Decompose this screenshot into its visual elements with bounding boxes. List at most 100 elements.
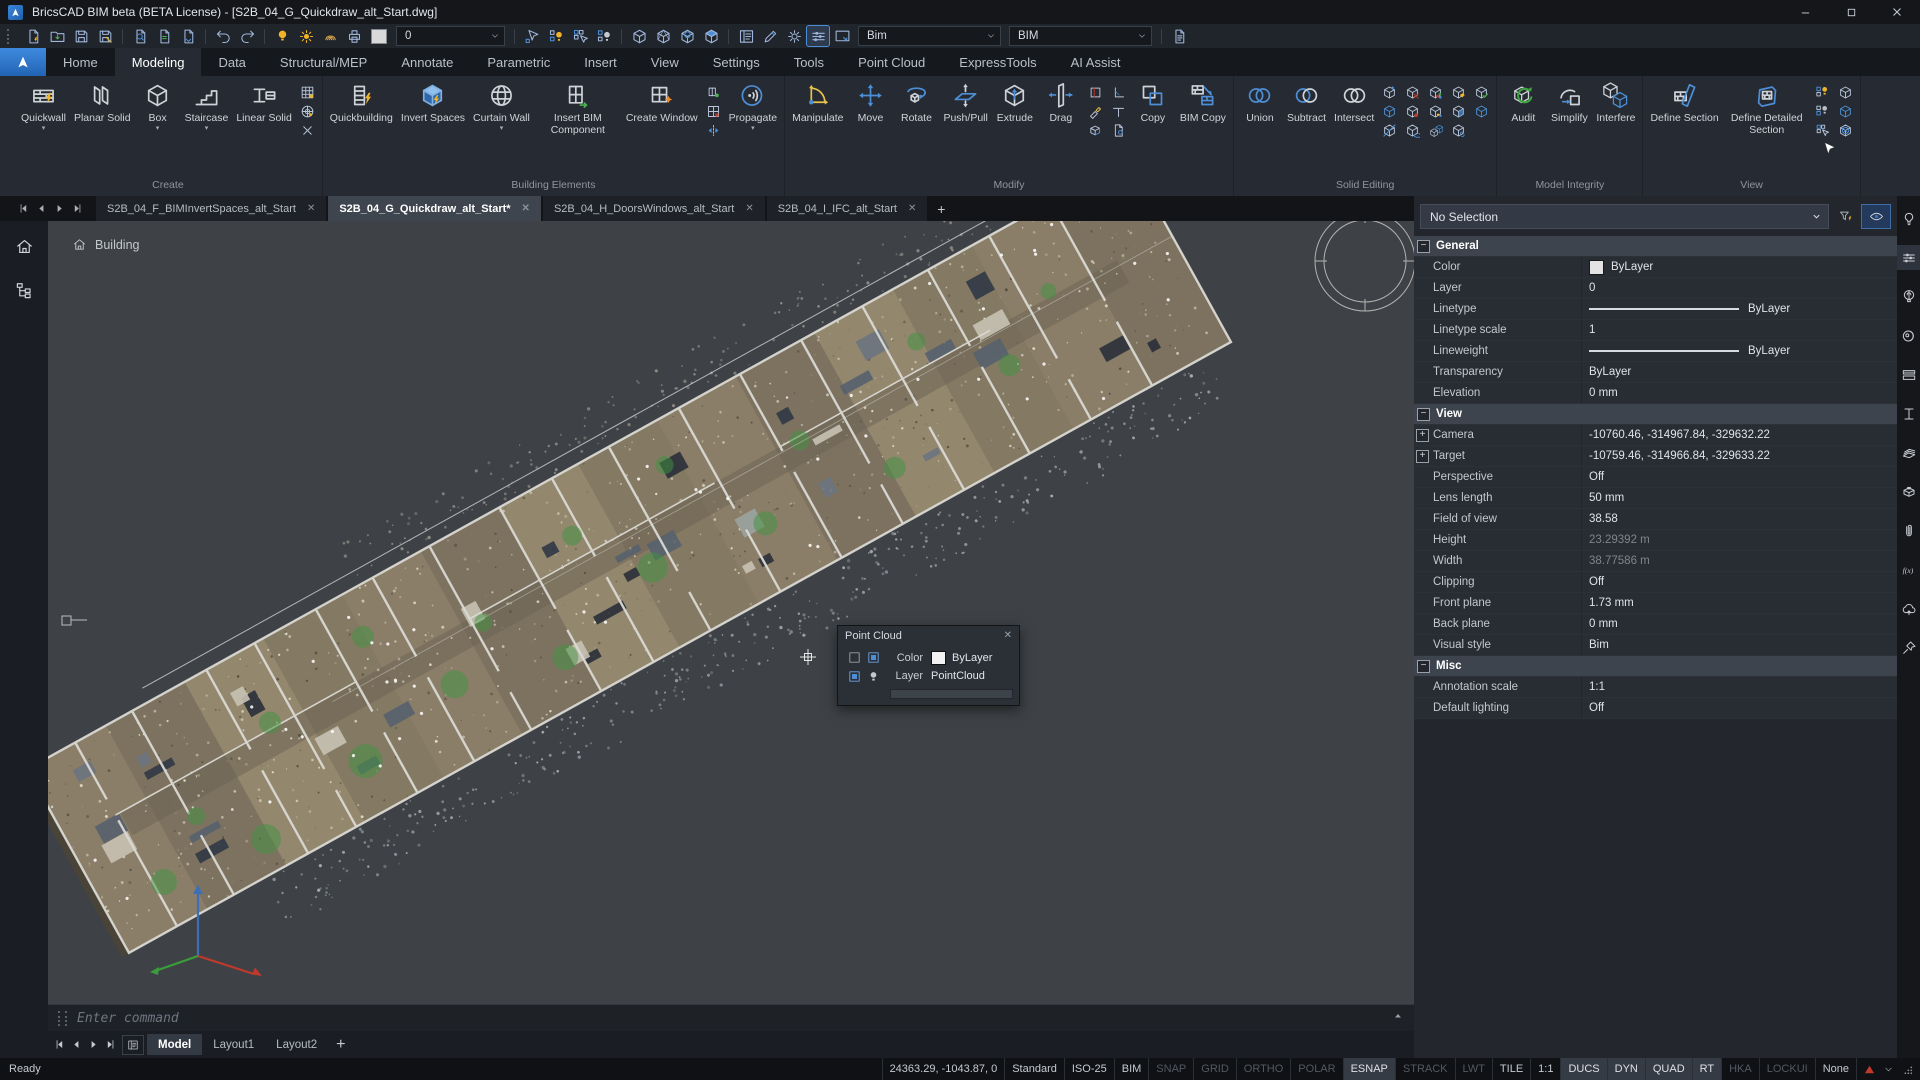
viewport[interactable]: Building Point Cloud ✕ ColorByLayerLayer…	[48, 221, 1414, 1031]
chevron-down-button[interactable]	[1882, 1063, 1895, 1076]
ribbon-tab-structural-mep[interactable]: Structural/MEP	[263, 48, 384, 76]
bulb-gold-button[interactable]	[1814, 84, 1831, 101]
ribbon-tab-ai-assist[interactable]: AI Assist	[1054, 48, 1138, 76]
cube-button[interactable]	[628, 26, 650, 46]
cube-dots-button[interactable]	[1427, 103, 1444, 120]
panel-sliders-button[interactable]	[1897, 245, 1920, 270]
cube-shaded-button[interactable]	[700, 26, 722, 46]
panel-fx-button[interactable]: f(x)	[1897, 557, 1920, 582]
ribbon-button-planar-solid[interactable]: Planar Solid	[70, 81, 135, 125]
property-value-cell[interactable]: 1	[1581, 320, 1897, 340]
command-line[interactable]: Enter command	[48, 1004, 1414, 1031]
document-tab[interactable]: S2B_04_G_Quickdraw_alt_Start*✕	[328, 196, 541, 221]
status-toggle-iso-25[interactable]: ISO-25	[1064, 1058, 1114, 1080]
cube-check-button[interactable]	[1473, 84, 1490, 101]
sun-button[interactable]	[295, 26, 317, 46]
cube-chain-button[interactable]	[1450, 122, 1467, 139]
ribbon-button-linear-solid[interactable]: Linear Solid	[232, 81, 295, 125]
select-cursor-button[interactable]	[521, 26, 543, 46]
profile-dropdown[interactable]: BIM	[1009, 26, 1152, 46]
cube-blue-button[interactable]	[1837, 103, 1854, 120]
mirror-button[interactable]	[705, 122, 722, 139]
pencil-button[interactable]	[759, 26, 781, 46]
property-value-cell[interactable]: ByLayer	[1581, 341, 1897, 361]
status-toggle-strack[interactable]: STRACK	[1395, 1058, 1455, 1080]
sheet-button[interactable]	[1168, 26, 1190, 46]
popup-titlebar[interactable]: Point Cloud ✕	[838, 626, 1019, 645]
select-grid-button[interactable]	[1814, 122, 1831, 139]
popup-row-value[interactable]: PointCloud	[931, 670, 985, 682]
publish-button[interactable]	[177, 26, 199, 46]
workspace-dropdown[interactable]: Bim	[858, 26, 1001, 46]
panel-profile-button[interactable]	[1897, 401, 1920, 426]
property-value-cell[interactable]: ByLayer	[1581, 299, 1897, 319]
ribbon-tab-view[interactable]: View	[634, 48, 696, 76]
property-value-cell[interactable]: Off	[1581, 572, 1897, 592]
status-toggle-snap[interactable]: SNAP	[1148, 1058, 1193, 1080]
collapse-icon[interactable]: −	[1417, 660, 1430, 673]
bulb-button[interactable]	[271, 26, 293, 46]
doc-gear-button[interactable]	[1110, 122, 1127, 139]
ribbon-button-quickwall[interactable]: Quickwall▾	[17, 81, 70, 134]
home-button[interactable]	[11, 233, 37, 259]
cube-arrow-button[interactable]	[1381, 84, 1398, 101]
status-toggle-bim[interactable]: BIM	[1114, 1058, 1149, 1080]
panel-balloon-button[interactable]	[1897, 284, 1920, 309]
x-mark-button[interactable]	[299, 122, 316, 139]
status-toggle-hka[interactable]: HKA	[1721, 1058, 1759, 1080]
property-section-general[interactable]: −General	[1414, 236, 1897, 257]
property-value-cell[interactable]: 38.58	[1581, 509, 1897, 529]
layout-list-button[interactable]	[122, 1035, 144, 1055]
panel-render-button[interactable]	[1897, 323, 1920, 348]
tee-button[interactable]	[1110, 103, 1127, 120]
property-value-cell[interactable]: Bim	[1581, 635, 1897, 655]
status-toggle-ortho[interactable]: ORTHO	[1236, 1058, 1291, 1080]
property-value-cell[interactable]: 0	[1581, 278, 1897, 298]
property-value-cell[interactable]: ByLayer	[1581, 257, 1897, 277]
save-button[interactable]	[70, 26, 92, 46]
toolbar-grip[interactable]	[7, 29, 14, 44]
mini-window-button[interactable]	[705, 84, 722, 101]
sliders-button[interactable]	[807, 26, 829, 46]
status-toggle-quad[interactable]: QUAD	[1645, 1058, 1692, 1080]
layout-tab-model[interactable]: Model	[147, 1034, 202, 1055]
color-swatch[interactable]	[931, 651, 946, 665]
corner-button[interactable]	[1110, 84, 1127, 101]
expand-icon[interactable]: +	[1416, 429, 1429, 442]
property-section-view[interactable]: −View	[1414, 404, 1897, 425]
cube-rotate-button[interactable]	[1404, 122, 1421, 139]
status-toggle-polar[interactable]: POLAR	[1290, 1058, 1342, 1080]
panel-pointcloud-button[interactable]	[1897, 362, 1920, 387]
minimize-button[interactable]	[1782, 0, 1828, 24]
undo-button[interactable]	[212, 26, 234, 46]
document-tab[interactable]: S2B_04_F_BIMInvertSpaces_alt_Start✕	[96, 196, 326, 221]
checkbox-blue-toggle[interactable]	[865, 649, 881, 665]
panel-cloud-button[interactable]	[1897, 596, 1920, 621]
document-tab[interactable]: S2B_04_I_IFC_alt_Start✕	[767, 196, 928, 221]
panel-bulb-idea-button[interactable]	[1897, 206, 1920, 231]
select-bulb-button[interactable]	[545, 26, 567, 46]
cube-pair-button[interactable]	[1427, 122, 1444, 139]
ribbon-tab-parametric[interactable]: Parametric	[470, 48, 567, 76]
ribbon-tab-expresstools[interactable]: ExpressTools	[942, 48, 1053, 76]
ribbon-button-simplify[interactable]: Simplify	[1546, 81, 1592, 125]
ribbon-button-manipulate[interactable]: Manipulate	[788, 81, 847, 125]
panel-attachment-button[interactable]	[1897, 518, 1920, 543]
ribbon-button-create-window[interactable]: Create Window	[622, 81, 702, 125]
open-folder-button[interactable]	[46, 26, 68, 46]
property-value-cell[interactable]: Off	[1581, 698, 1897, 718]
property-value-cell[interactable]: 1.73 mm	[1581, 593, 1897, 613]
polar-grid-button[interactable]	[299, 103, 316, 120]
property-value-cell[interactable]: -10760.46, -314967.84, -329632.22	[1581, 425, 1897, 445]
command-grip[interactable]	[58, 1011, 67, 1026]
status-toggle-lockui[interactable]: LOCKUI	[1759, 1058, 1815, 1080]
ribbon-button-copy[interactable]: Copy	[1130, 81, 1176, 125]
status-toggle-ducs[interactable]: DUCS	[1560, 1058, 1606, 1080]
select-grid-button[interactable]	[569, 26, 591, 46]
ribbon-button-staircase[interactable]: Staircase▾	[181, 81, 233, 134]
ribbon-tab-annotate[interactable]: Annotate	[384, 48, 470, 76]
grid-button[interactable]	[299, 84, 316, 101]
ribbon-button-quickbuilding[interactable]: Quickbuilding	[326, 81, 397, 125]
printer-button[interactable]	[343, 26, 365, 46]
status-toggle-tile[interactable]: TILE	[1492, 1058, 1530, 1080]
